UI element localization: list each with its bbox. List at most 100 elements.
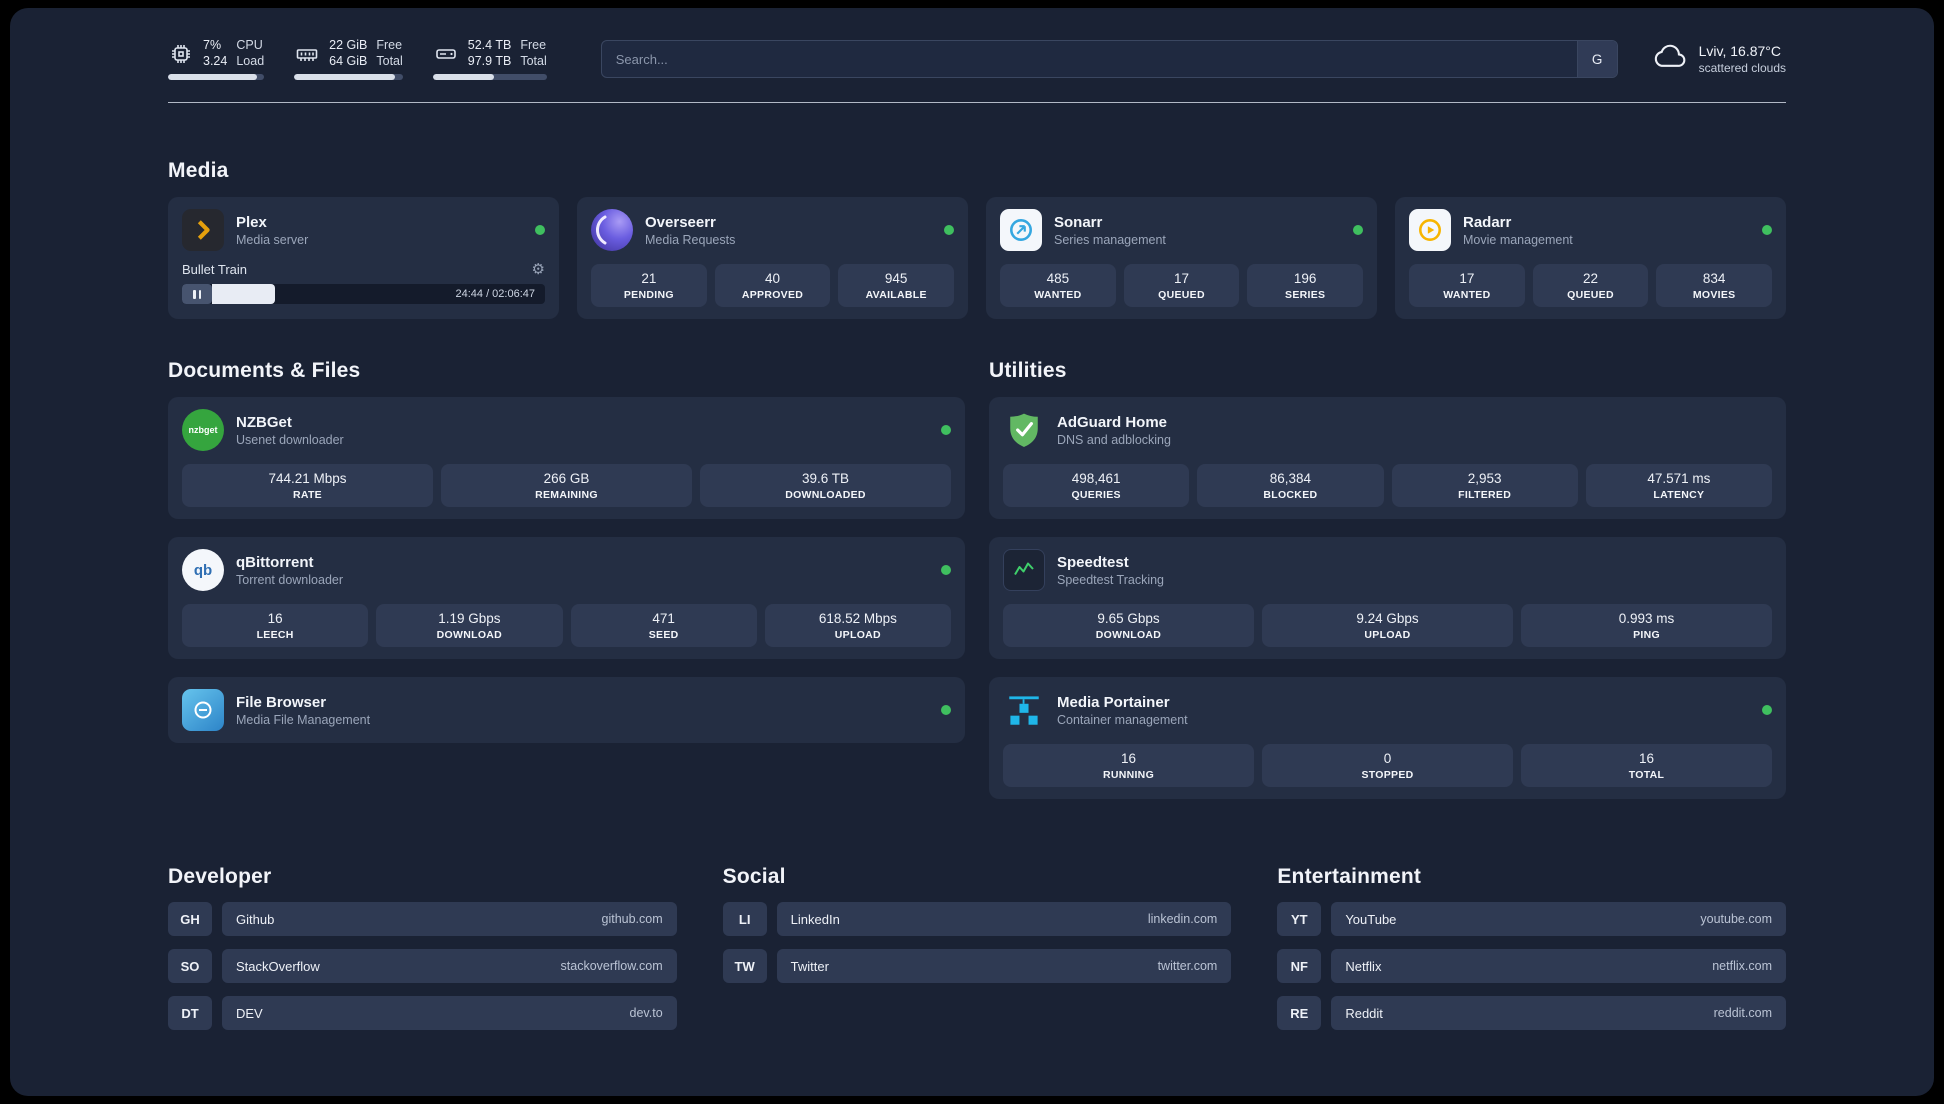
link-name: DEV bbox=[236, 1005, 263, 1021]
stat-label: QUEUED bbox=[1158, 289, 1205, 302]
sonarr-icon bbox=[1000, 209, 1042, 252]
stat-value: 485 bbox=[1046, 271, 1070, 287]
stat-label: AVAILABLE bbox=[865, 289, 927, 302]
entertainment-section: Entertainment YT YouTube youtube.com NF … bbox=[1277, 865, 1786, 1031]
link-github[interactable]: GH Github github.com bbox=[168, 902, 677, 937]
filebrowser-icon bbox=[182, 689, 224, 732]
weather-widget: Lviv, 16.87°C scattered clouds bbox=[1652, 43, 1786, 75]
status-online-dot bbox=[941, 425, 951, 436]
search-input[interactable] bbox=[601, 51, 1577, 67]
app-name: Overseerr bbox=[645, 213, 716, 231]
disk-free-value: 52.4 TB bbox=[467, 38, 512, 52]
link-stackoverflow[interactable]: SO StackOverflow stackoverflow.com bbox=[168, 949, 677, 984]
link-badge: TW bbox=[722, 949, 767, 984]
stat-value: 9.65 Gbps bbox=[1097, 611, 1160, 627]
link-domain: github.com bbox=[601, 912, 663, 927]
stat-value: 744.21 Mbps bbox=[268, 471, 347, 487]
stat-box: 47.571 ms LATENCY bbox=[1585, 464, 1772, 508]
app-card-portainer[interactable]: Media Portainer Container management 16 … bbox=[989, 677, 1786, 800]
pause-icon[interactable] bbox=[182, 284, 212, 305]
stat-label: REMAINING bbox=[535, 489, 598, 502]
link-netflix[interactable]: NF Netflix netflix.com bbox=[1277, 949, 1786, 984]
link-reddit[interactable]: RE Reddit reddit.com bbox=[1277, 996, 1786, 1031]
memory-label-top: Free bbox=[376, 38, 403, 52]
link-linkedin[interactable]: LI LinkedIn linkedin.com bbox=[722, 902, 1232, 937]
dashboard-page: 7% 3.24 CPU Load 22 GiB 64 GiB Free Tota… bbox=[10, 8, 1934, 1096]
app-card-filebrowser[interactable]: File Browser Media File Management bbox=[168, 677, 965, 744]
app-card-overseerr[interactable]: Overseerr Media Requests 21 PENDING 40 A… bbox=[577, 197, 968, 320]
stat-value: 86,384 bbox=[1269, 471, 1312, 487]
stat-value: 1.19 Gbps bbox=[438, 611, 501, 627]
stat-value: 17 bbox=[1173, 271, 1190, 287]
stat-value: 39.6 TB bbox=[801, 471, 850, 487]
link-sections: Developer GH Github github.com SO StackO… bbox=[168, 865, 1786, 1031]
status-online-dot bbox=[1762, 705, 1772, 716]
app-card-plex[interactable]: Plex Media server Bullet Train ⚙ 24:44 /… bbox=[168, 197, 559, 320]
memory-label-bottom: Total bbox=[376, 53, 403, 68]
stat-box: 40 APPROVED bbox=[714, 264, 831, 308]
app-name: Sonarr bbox=[1054, 213, 1103, 231]
qbittorrent-icon: qb bbox=[182, 549, 224, 592]
stat-value: 17 bbox=[1459, 271, 1475, 287]
app-card-qbittorrent[interactable]: qb qBittorrent Torrent downloader 16 LEE… bbox=[168, 537, 965, 660]
stat-box: 834 MOVIES bbox=[1656, 264, 1773, 308]
app-card-nzbget[interactable]: nzbget NZBGet Usenet downloader 744.21 M… bbox=[168, 397, 965, 520]
app-card-speedtest[interactable]: Speedtest Speedtest Tracking 9.65 Gbps D… bbox=[989, 537, 1786, 660]
documents-section: Documents & Files nzbget NZBGet Usenet d… bbox=[168, 359, 965, 799]
playback-bar[interactable]: 24:44 / 02:06:47 bbox=[182, 284, 545, 305]
stat-label: SEED bbox=[648, 629, 679, 642]
link-twitter[interactable]: TW Twitter twitter.com bbox=[722, 949, 1232, 984]
app-subtitle: Series management bbox=[1054, 232, 1166, 247]
app-name: File Browser bbox=[236, 693, 327, 711]
stat-box: 498,461 QUERIES bbox=[1003, 464, 1190, 508]
cpu-percent: 7% bbox=[203, 38, 222, 52]
link-badge: GH bbox=[168, 902, 212, 937]
link-name: YouTube bbox=[1345, 911, 1397, 927]
link-name: Twitter bbox=[790, 958, 829, 974]
overseerr-icon bbox=[591, 209, 633, 252]
stat-label: STOPPED bbox=[1361, 769, 1414, 782]
gear-icon[interactable]: ⚙ bbox=[532, 262, 545, 277]
link-badge: LI bbox=[722, 902, 767, 937]
memory-total-value: 64 GiB bbox=[329, 53, 368, 68]
playback-progress-fill bbox=[212, 284, 276, 305]
weather-description: scattered clouds bbox=[1698, 61, 1786, 76]
stat-box: 22 QUEUED bbox=[1532, 264, 1649, 308]
link-name: Reddit bbox=[1345, 1005, 1383, 1021]
stat-box: 0.993 ms PING bbox=[1521, 604, 1772, 648]
stat-value: 945 bbox=[884, 271, 908, 287]
app-subtitle: DNS and adblocking bbox=[1057, 432, 1171, 447]
stat-label: WANTED bbox=[1443, 289, 1491, 302]
search-engine-button[interactable]: G bbox=[1576, 41, 1617, 78]
now-playing-title: Bullet Train bbox=[182, 262, 248, 278]
link-youtube[interactable]: YT YouTube youtube.com bbox=[1277, 902, 1786, 937]
memory-usage-fill bbox=[294, 74, 396, 81]
stat-box: 2,953 FILTERED bbox=[1391, 464, 1578, 508]
link-badge: RE bbox=[1277, 996, 1322, 1031]
status-online-dot bbox=[941, 565, 951, 576]
link-name: LinkedIn bbox=[790, 911, 840, 927]
link-name: Github bbox=[236, 911, 275, 927]
link-dev[interactable]: DT DEV dev.to bbox=[168, 996, 677, 1031]
app-subtitle: Speedtest Tracking bbox=[1057, 572, 1165, 587]
app-card-sonarr[interactable]: Sonarr Series management 485 WANTED 17 Q… bbox=[986, 197, 1377, 320]
stat-box: 196 SERIES bbox=[1247, 264, 1364, 308]
stat-label: DOWNLOAD bbox=[1095, 629, 1162, 642]
stats-row: 744.21 Mbps RATE 266 GB REMAINING 39.6 T… bbox=[182, 451, 951, 508]
app-card-radarr[interactable]: Radarr Movie management 17 WANTED 22 QUE… bbox=[1395, 197, 1786, 320]
link-badge: NF bbox=[1277, 949, 1322, 984]
disk-icon bbox=[433, 41, 459, 67]
app-card-adguard[interactable]: AdGuard Home DNS and adblocking 498,461 … bbox=[989, 397, 1786, 520]
stat-value: 47.571 ms bbox=[1647, 471, 1711, 487]
stat-box: 0 STOPPED bbox=[1262, 744, 1513, 788]
speedtest-icon bbox=[1003, 549, 1045, 592]
link-name: Netflix bbox=[1345, 958, 1382, 974]
radarr-icon bbox=[1409, 209, 1451, 252]
memory-usage-bar bbox=[294, 74, 403, 81]
app-subtitle: Container management bbox=[1057, 712, 1188, 727]
topbar-divider bbox=[168, 102, 1786, 104]
app-subtitle: Movie management bbox=[1463, 232, 1573, 247]
app-name: Plex bbox=[236, 213, 267, 231]
stat-value: 16 bbox=[1120, 751, 1137, 767]
stats-row: 9.65 Gbps DOWNLOAD 9.24 Gbps UPLOAD 0.99… bbox=[1003, 591, 1772, 648]
